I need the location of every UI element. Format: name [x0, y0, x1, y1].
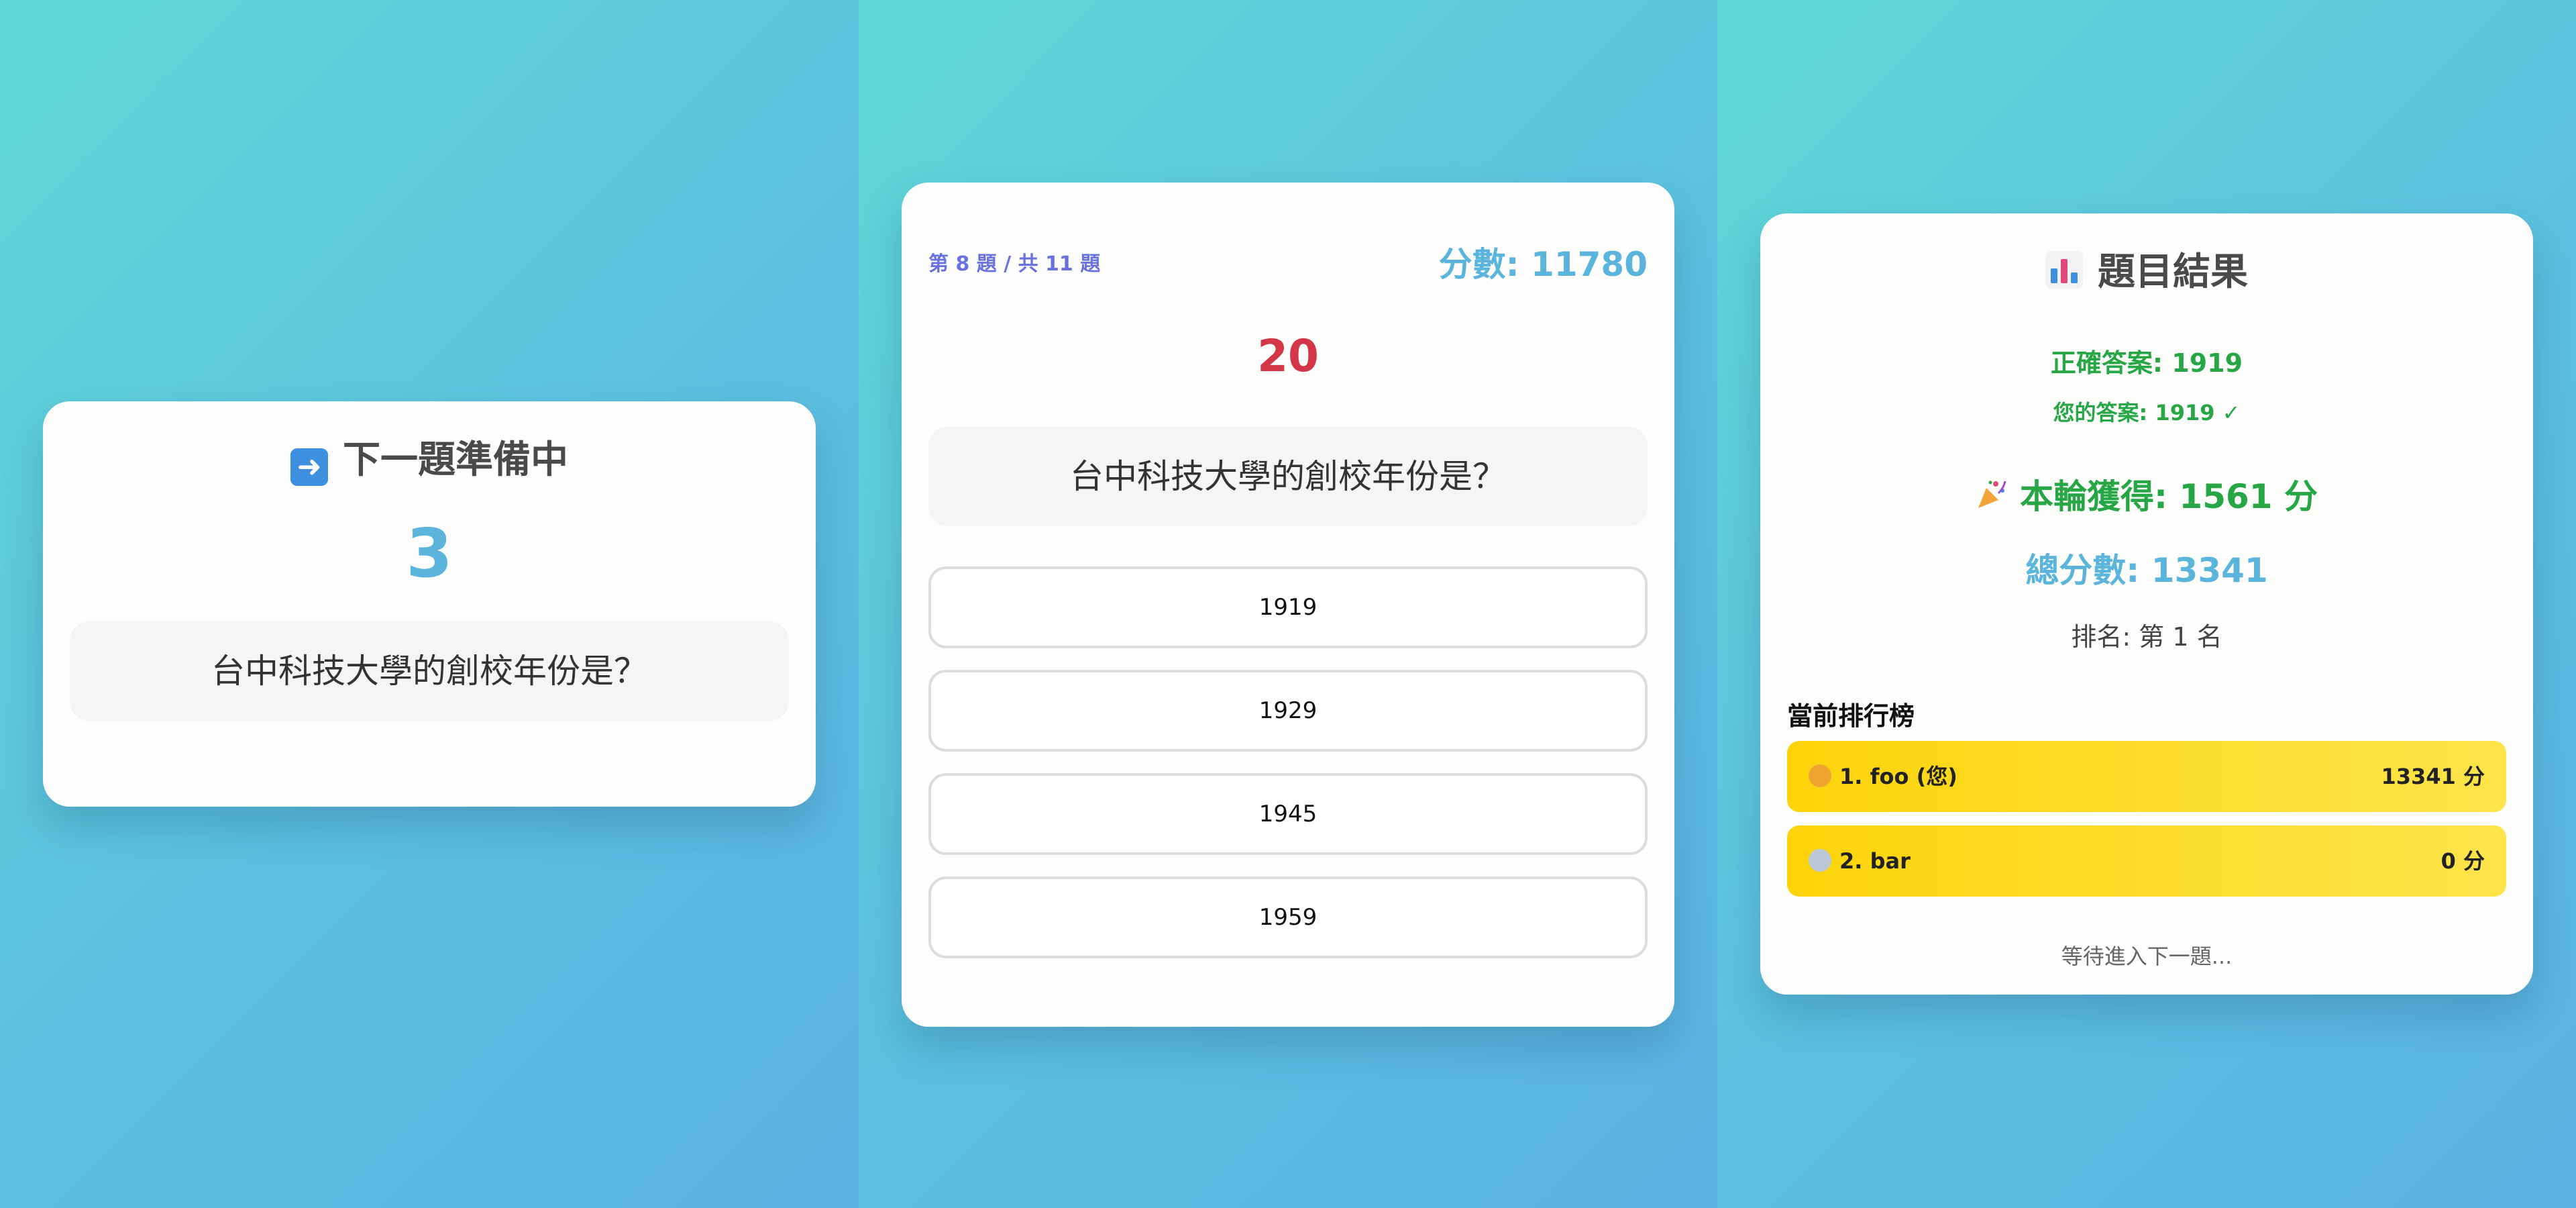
- card-title: ➜ 下一題準備中: [70, 434, 789, 487]
- result-card: 題目結果 正確答案: 1919 您的答案: 1919 ✓ 本輪獲得: 1561 …: [1760, 213, 2533, 995]
- result-panel: 題目結果 正確答案: 1919 您的答案: 1919 ✓ 本輪獲得: 1561 …: [1717, 0, 2576, 1208]
- leaderboard-entry-name: 2. bar: [1809, 825, 1911, 897]
- answer-option-1[interactable]: 1919: [928, 566, 1648, 648]
- countdown-number: 3: [406, 514, 453, 593]
- silver-medal-icon: [1809, 849, 1831, 872]
- leaderboard-entry-name: 1. foo (您): [1809, 741, 1957, 812]
- round-gain: 本輪獲得: 1561 分: [1760, 470, 2533, 518]
- gold-medal-icon: [1809, 764, 1831, 787]
- player-name: 1. foo (您): [1839, 764, 1957, 789]
- waiting-message: 等待進入下一題...: [2061, 944, 2233, 969]
- player-name: 2. bar: [1839, 848, 1911, 874]
- your-answer: 您的答案: 1919 ✓: [2053, 400, 2241, 425]
- answer-option-2[interactable]: 1929: [928, 670, 1648, 752]
- question-card: 第 8 題 / 共 11 題 分數: 11780 20 台中科技大學的創校年份是…: [902, 183, 1674, 1027]
- question-text: 台中科技大學的創校年份是？: [70, 621, 789, 721]
- leaderboard-title: 當前排行榜: [1787, 701, 1915, 731]
- answer-options: 1919 1929 1945 1959: [928, 566, 1648, 980]
- rank-text: 排名: 第 1 名: [2071, 622, 2222, 652]
- title-text: 下一題準備中: [343, 438, 568, 482]
- title-text: 題目結果: [2098, 250, 2248, 294]
- question-panel: 第 8 題 / 共 11 題 分數: 11780 20 台中科技大學的創校年份是…: [859, 0, 1717, 1208]
- leaderboard-row: 2. bar 0 分: [1787, 825, 2506, 897]
- round-gain-text: 本輪獲得: 1561 分: [2020, 477, 2318, 516]
- bar-chart-icon: [2045, 251, 2083, 289]
- total-score: 總分數: 13341: [2025, 551, 2268, 590]
- leaderboard-row: 1. foo (您) 13341 分: [1787, 741, 2506, 812]
- party-popper-icon: [1976, 479, 2008, 511]
- player-points: 0 分: [2440, 848, 2485, 874]
- app-stage: ➜ 下一題準備中 3 台中科技大學的創校年份是？ 第 8 題 / 共 11 題 分…: [0, 0, 2576, 1208]
- next-question-card: ➜ 下一題準備中 3 台中科技大學的創校年份是？: [43, 401, 816, 807]
- next-question-panel: ➜ 下一題準備中 3 台中科技大學的創校年份是？: [0, 0, 859, 1208]
- answer-option-3[interactable]: 1945: [928, 773, 1648, 855]
- answer-option-4[interactable]: 1959: [928, 876, 1648, 958]
- question-progress: 第 8 題 / 共 11 題: [928, 252, 1101, 276]
- player-points: 13341 分: [2381, 764, 2485, 789]
- question-text: 台中科技大學的創校年份是？: [928, 427, 1648, 526]
- score-display: 分數: 11780: [1438, 245, 1648, 284]
- correct-answer: 正確答案: 1919: [2050, 348, 2243, 378]
- countdown-timer: 20: [1257, 330, 1319, 382]
- right-arrow-icon: ➜: [290, 448, 328, 486]
- card-title: 題目結果: [1760, 246, 2533, 299]
